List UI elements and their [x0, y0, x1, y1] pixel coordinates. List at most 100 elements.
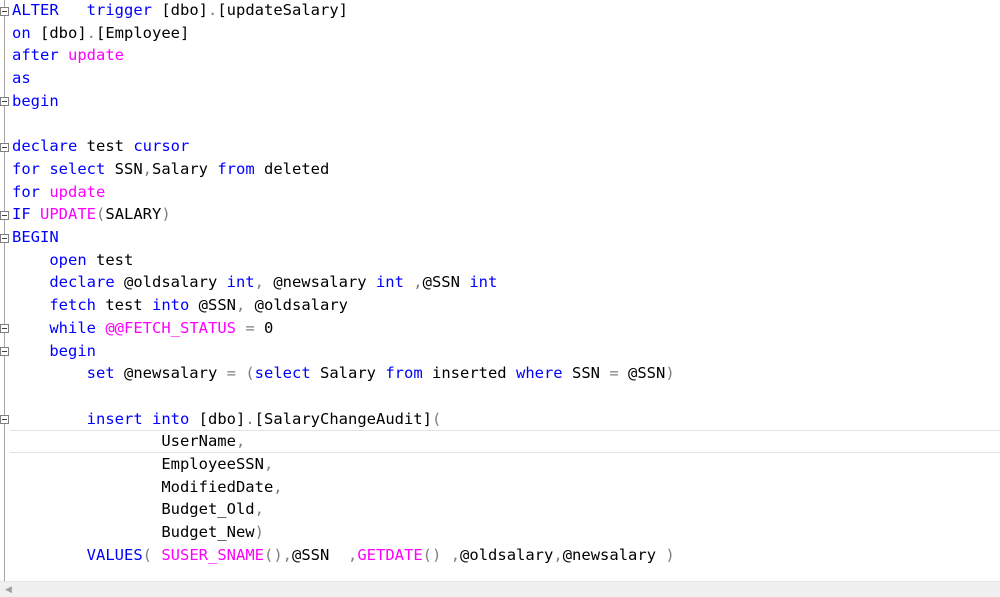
- code-line[interactable]: while @@FETCH_STATUS = 0: [12, 317, 1000, 340]
- code-token: EmployeeSSN: [161, 455, 264, 473]
- code-token: ): [665, 545, 675, 564]
- code-line[interactable]: declare test cursor: [12, 135, 1000, 158]
- code-token: SSN: [105, 159, 143, 178]
- code-editor[interactable]: ALTER trigger [dbo].[updateSalary] on [db…: [0, 0, 1000, 582]
- code-token: [Employee]: [96, 23, 190, 42]
- code-token: @oldsalary: [460, 545, 554, 564]
- code-token: ,: [273, 477, 283, 496]
- outline-margin: [4, 0, 5, 582]
- code-line[interactable]: on [dbo].[Employee]: [12, 22, 1000, 45]
- code-line[interactable]: Budget_Old,: [12, 498, 1000, 521]
- code-token: select: [254, 364, 311, 383]
- code-line[interactable]: begin: [12, 340, 1000, 363]
- collapse-minus-icon[interactable]: [0, 97, 9, 107]
- code-token: from: [385, 364, 423, 383]
- code-line[interactable]: IF UPDATE(SALARY): [12, 203, 1000, 226]
- code-token: [dbo]: [189, 409, 246, 428]
- code-token: ,: [450, 545, 461, 564]
- code-token: select: [49, 159, 106, 178]
- code-token: @SSN: [422, 273, 470, 292]
- code-token: ,: [263, 455, 274, 473]
- code-token: from: [217, 159, 255, 178]
- code-token: @SSN: [292, 545, 348, 564]
- code-line[interactable]: fetch test into @SSN, @oldsalary: [12, 294, 1000, 317]
- collapse-minus-icon[interactable]: [0, 142, 9, 152]
- code-token: ,: [553, 545, 563, 564]
- code-token: [dbo]: [30, 23, 87, 42]
- code-token: open: [49, 250, 87, 269]
- code-token: Budget_Old: [161, 500, 255, 519]
- code-token: ,: [403, 273, 423, 292]
- code-token: VALUES: [86, 545, 143, 564]
- code-line[interactable]: declare @oldsalary int, @newsalary int ,…: [12, 271, 1000, 294]
- code-token: as: [12, 69, 31, 88]
- collapse-minus-icon[interactable]: [0, 415, 9, 425]
- code-line[interactable]: [12, 385, 1000, 408]
- collapse-minus-icon[interactable]: [0, 6, 9, 16]
- code-token: (),: [264, 545, 292, 564]
- code-token: for: [12, 182, 40, 201]
- code-line[interactable]: insert into [dbo].[SalaryChangeAudit](: [12, 408, 1000, 431]
- code-token: [dbo]: [152, 1, 208, 19]
- code-token: int: [226, 273, 255, 292]
- collapse-minus-icon[interactable]: [0, 233, 9, 243]
- code-line[interactable]: [12, 113, 1000, 136]
- code-token: int: [375, 273, 404, 292]
- code-token: [SalaryChangeAudit]: [254, 409, 432, 428]
- collapse-minus-icon[interactable]: [0, 324, 9, 334]
- code-line[interactable]: for update: [12, 181, 1000, 204]
- code-line[interactable]: open test: [12, 249, 1000, 272]
- code-line[interactable]: EmployeeSSN,: [12, 453, 1000, 476]
- code-token: ,: [254, 500, 264, 519]
- code-token: ,: [142, 159, 153, 178]
- collapse-minus-icon[interactable]: [0, 347, 9, 356]
- code-token: =: [609, 364, 619, 383]
- code-line[interactable]: Budget_New): [12, 521, 1000, 544]
- code-token: update: [68, 46, 125, 65]
- code-line[interactable]: VALUES( SUSER_SNAME(),@SSN ,GETDATE() ,@…: [12, 544, 1000, 567]
- code-token: test: [86, 250, 134, 269]
- code-token: (): [422, 545, 442, 564]
- code-token: after: [12, 46, 59, 65]
- code-line[interactable]: after update: [12, 44, 1000, 67]
- code-token: ,: [236, 296, 246, 315]
- code-line[interactable]: UserName,: [10, 430, 1000, 453]
- code-token: fetch: [49, 296, 96, 315]
- collapse-minus-icon[interactable]: [0, 210, 9, 220]
- code-line[interactable]: set @newsalary = (select Salary from ins…: [12, 362, 1000, 385]
- code-token: UPDATE: [40, 205, 97, 224]
- code-token: @newsalary: [263, 273, 376, 292]
- code-line[interactable]: ModifiedDate,: [12, 476, 1000, 499]
- code-token: into: [152, 296, 190, 315]
- code-token: .: [86, 23, 97, 42]
- code-line[interactable]: for select SSN,Salary from deleted: [12, 158, 1000, 181]
- code-line[interactable]: begin: [12, 90, 1000, 113]
- code-token: Budget_New: [161, 523, 255, 542]
- horizontal-scrollbar[interactable]: ◀: [0, 581, 1000, 597]
- code-token: UserName: [161, 432, 236, 451]
- code-token: (: [142, 545, 152, 564]
- code-token: ALTER: [12, 1, 59, 19]
- code-token: for: [12, 159, 40, 178]
- code-token: begin: [12, 91, 59, 110]
- code-line[interactable]: ALTER trigger [dbo].[updateSalary]: [12, 0, 1000, 22]
- code-line[interactable]: BEGIN: [12, 226, 1000, 249]
- scroll-left-button[interactable]: ◀: [0, 582, 17, 597]
- code-line[interactable]: as: [12, 67, 1000, 90]
- code-token: cursor: [133, 137, 190, 156]
